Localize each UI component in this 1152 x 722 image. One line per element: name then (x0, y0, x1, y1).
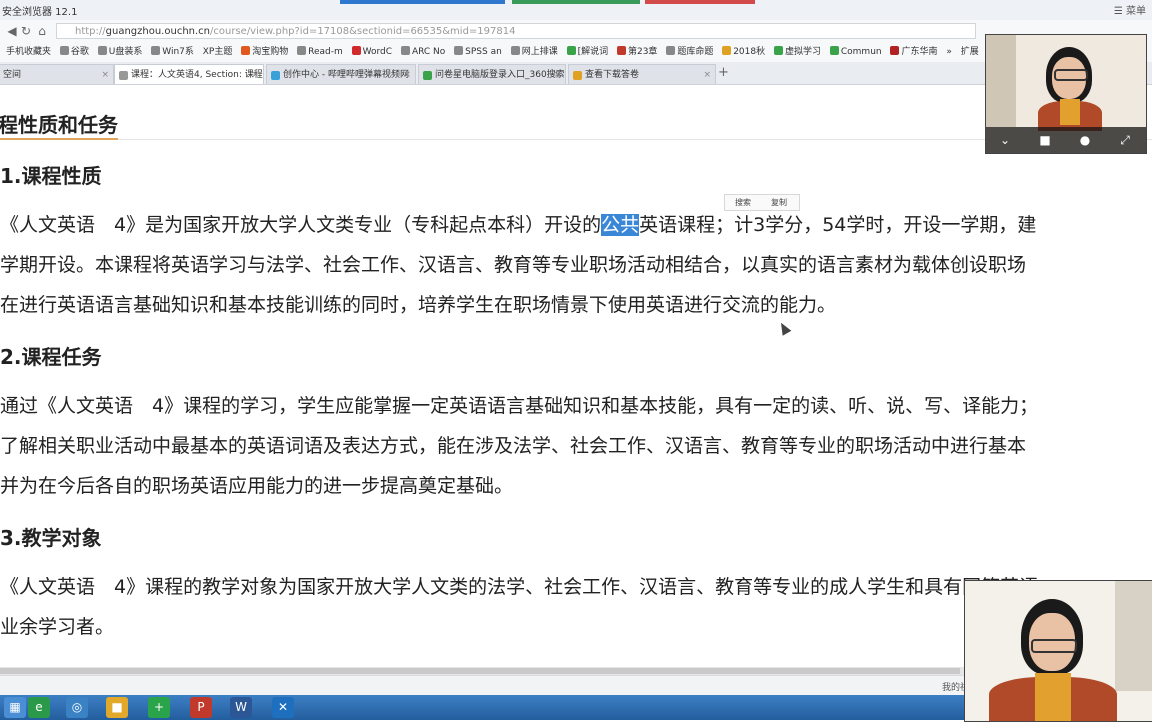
tab-course[interactable]: 课程：人文英语4, Section: 课程 × (114, 64, 264, 84)
selected-text[interactable]: 公共 (601, 214, 640, 236)
title-accent-red (645, 0, 755, 4)
new-tab-button[interactable]: + (718, 65, 729, 80)
scrollbar-thumb[interactable] (0, 668, 960, 674)
tab-bilibili[interactable]: 创作中心 - 哔哩哔哩弹幕视频网 × (266, 64, 416, 84)
bookmarks-bar: 手机收藏夹 谷歌 U盘装系 Win7系 XP主题 淘宝购物 Read-m Wor… (0, 42, 1152, 63)
close-icon[interactable]: × (251, 65, 259, 84)
tab-wenjuanxing[interactable]: 问卷星电脑版登录入口_360搜索 × (418, 64, 566, 84)
presenter-glasses (1031, 639, 1077, 653)
target-line-2: 业余学习者。 (0, 616, 115, 638)
bookmark-item[interactable]: WordC (351, 42, 392, 62)
app-icon[interactable]: ✕ (272, 697, 294, 718)
tab-strip: 空间 × 课程：人文英语4, Section: 课程 × 创作中心 - 哔哩哔哩弹幕… (0, 62, 1152, 85)
bookmark-item[interactable]: 虚拟学习 (773, 42, 821, 62)
nature-line-3: 在进行英语语言基础知识和基本技能训练的同时，培养学生在职场情景下使用英语进行交流… (0, 294, 837, 316)
qq-browser-icon[interactable]: ◎ (66, 697, 88, 718)
search-selection-button[interactable]: 搜索 (735, 197, 751, 208)
task-line-2: 了解相关职业活动中最基本的英语词语及表达方式，能在涉及法学、社会工作、汉语言、教… (0, 435, 1027, 457)
title-underline (0, 138, 118, 140)
close-icon[interactable]: × (553, 65, 561, 84)
ie-browser-icon[interactable]: e (28, 697, 50, 718)
browser-360-icon[interactable]: + (148, 697, 170, 718)
bookmark-item[interactable]: 2018秋 (722, 42, 765, 62)
heading-course-nature: 1.课程性质 (0, 164, 102, 188)
close-icon[interactable]: × (703, 65, 711, 84)
start-button-icon[interactable]: ▦ (4, 697, 26, 718)
page-icon (119, 71, 128, 80)
bookmark-overflow[interactable]: » (946, 42, 952, 62)
extensions-button[interactable]: 扩展 (961, 42, 979, 62)
bookmark-item[interactable]: [解说词 (566, 42, 608, 62)
bookmark-item[interactable]: ARC No (400, 42, 445, 62)
task-line-3: 并为在今后各自的职场英语应用能力的进一步提高奠定基础。 (0, 475, 514, 497)
video-controls: ⌄ ■ ● ⤢ (986, 127, 1146, 153)
bookmark-item[interactable]: 题库命题 (666, 42, 713, 62)
bookmark-item[interactable]: Win7系 (151, 42, 194, 62)
menu-button[interactable]: ☰ 菜单 (1114, 2, 1146, 17)
tab-download-answers[interactable]: 查看下载答卷 × (568, 64, 716, 84)
bookmark-item[interactable]: U盘装系 (97, 42, 142, 62)
bookmark-item[interactable]: 第23章 (616, 42, 657, 62)
video-background (1115, 581, 1152, 691)
title-divider (0, 139, 1152, 140)
nature-line-1: 《人文英语 4》是为国家开放大学人文类专业（专科起点本科）开设的公共英语课程；计… (0, 214, 1037, 236)
powerpoint-icon[interactable]: P (190, 697, 212, 718)
heading-course-task: 2.课程任务 (0, 345, 102, 369)
refresh-icon[interactable]: ↻ (18, 23, 34, 39)
bookmark-item[interactable]: 淘宝购物 (241, 42, 288, 62)
bookmark-item[interactable]: Commun (829, 42, 882, 62)
word-icon[interactable]: W (230, 697, 252, 718)
bookmark-item[interactable]: Read-m (297, 42, 343, 62)
selection-popup: 搜索 复制 (724, 194, 800, 211)
address-bar: ◀ ↻ ⌂ http://guangzhou.ouchn.cn/course/v… (0, 20, 1152, 43)
camera-icon[interactable]: ■ (1034, 130, 1056, 150)
presenter-scarf (1060, 99, 1080, 125)
bookmark-item[interactable]: 手机收藏夹 (6, 42, 51, 62)
bookmark-item[interactable]: 网上排课 (510, 42, 558, 62)
chevron-down-icon[interactable]: ⌄ (994, 130, 1016, 150)
webcam-video-top: ⌄ ■ ● ⤢ (985, 34, 1147, 154)
package-icon[interactable]: ■ (106, 697, 128, 718)
bilibili-icon (271, 71, 280, 80)
presenter-glasses (1054, 69, 1088, 81)
presenter-scarf (1035, 673, 1071, 721)
video-background (986, 35, 1016, 127)
task-line-1: 通过《人文英语 4》课程的学习，学生应能掌握一定英语语言基础知识和基本技能，具有… (0, 395, 1039, 417)
tab-space[interactable]: 空间 × (0, 64, 114, 84)
home-icon[interactable]: ⌂ (34, 23, 50, 39)
star-icon (573, 71, 582, 80)
heading-teaching-target: 3.教学对象 (0, 526, 102, 550)
menu-icon: ☰ (1113, 6, 1126, 17)
bookmark-item[interactable]: SPSS an (454, 42, 502, 62)
nature-line-2: 学期开设。本课程将英语学习与法学、社会工作、汉语言、教育等专业职场活动相结合，以… (0, 254, 1027, 276)
bookmark-item[interactable]: XP主题 (203, 42, 233, 62)
section-title: 课程性质和任务 (0, 113, 118, 137)
target-line-1: 《人文英语 4》课程的教学对象为国家开放大学人文类的法学、社会工作、汉语言、教育… (0, 576, 1039, 598)
browser-title-bar: 安全浏览器 12.1 ☰ 菜单 (0, 0, 1152, 21)
webcam-video-bottom (964, 580, 1152, 722)
url-input[interactable]: http://guangzhou.ouchn.cn/course/view.ph… (56, 23, 976, 39)
copy-selection-button[interactable]: 复制 (771, 197, 787, 208)
title-accent-blue (340, 0, 505, 4)
close-icon[interactable]: × (403, 65, 411, 84)
search-engine-icon (423, 71, 432, 80)
microphone-icon[interactable]: ● (1074, 130, 1096, 150)
close-icon[interactable]: × (101, 65, 109, 84)
bookmark-item[interactable]: 广东华南 (890, 42, 938, 62)
title-accent-green (512, 0, 640, 4)
fullscreen-icon[interactable]: ⤢ (1114, 130, 1136, 150)
bookmark-item[interactable]: 谷歌 (59, 42, 89, 62)
app-title: 安全浏览器 12.1 (2, 7, 78, 18)
mouse-cursor-icon (776, 320, 792, 336)
